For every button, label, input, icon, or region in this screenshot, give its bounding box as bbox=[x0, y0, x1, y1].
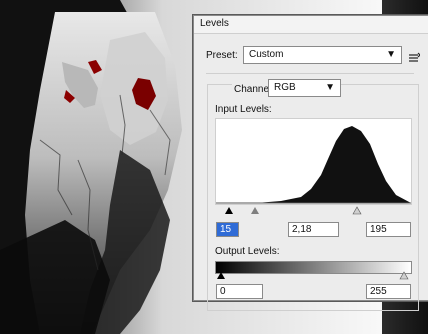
input-black-field[interactable]: 15 bbox=[216, 222, 239, 237]
input-gamma-handle[interactable] bbox=[251, 207, 259, 214]
preset-value: Custom bbox=[249, 49, 284, 60]
levels-titlebar[interactable]: Levels bbox=[194, 16, 428, 34]
input-white-point-handle[interactable] bbox=[352, 206, 362, 215]
output-levels-slider[interactable] bbox=[215, 269, 410, 281]
dialog-title: Levels bbox=[200, 18, 229, 29]
histogram-plot bbox=[216, 126, 411, 204]
input-white-field[interactable]: 195 bbox=[366, 222, 411, 237]
channel-select[interactable]: RGB ▼ bbox=[268, 79, 341, 97]
output-black-field[interactable]: 0 bbox=[216, 284, 263, 299]
panel-menu-icon[interactable] bbox=[408, 49, 421, 62]
histogram bbox=[215, 118, 412, 205]
chevron-down-icon: ▼ bbox=[386, 49, 396, 60]
channel-value: RGB bbox=[274, 82, 296, 93]
output-white-field[interactable]: 255 bbox=[366, 284, 411, 299]
levels-dialog: Levels Preset: Custom ▼ Channel: RGB ▼ I… bbox=[193, 15, 428, 311]
input-gamma-field[interactable]: 2,18 bbox=[288, 222, 339, 237]
chevron-down-icon: ▼ bbox=[325, 82, 335, 93]
output-levels-label: Output Levels: bbox=[215, 246, 280, 257]
output-white-point-handle[interactable] bbox=[399, 271, 409, 280]
output-black-point-handle[interactable] bbox=[217, 272, 225, 279]
preset-label: Preset: bbox=[206, 50, 238, 61]
preset-select[interactable]: Custom ▼ bbox=[243, 46, 402, 64]
input-levels-slider[interactable] bbox=[215, 204, 410, 216]
input-levels-label: Input Levels: bbox=[215, 104, 272, 115]
divider bbox=[206, 73, 414, 74]
input-black-point-handle[interactable] bbox=[225, 207, 233, 214]
